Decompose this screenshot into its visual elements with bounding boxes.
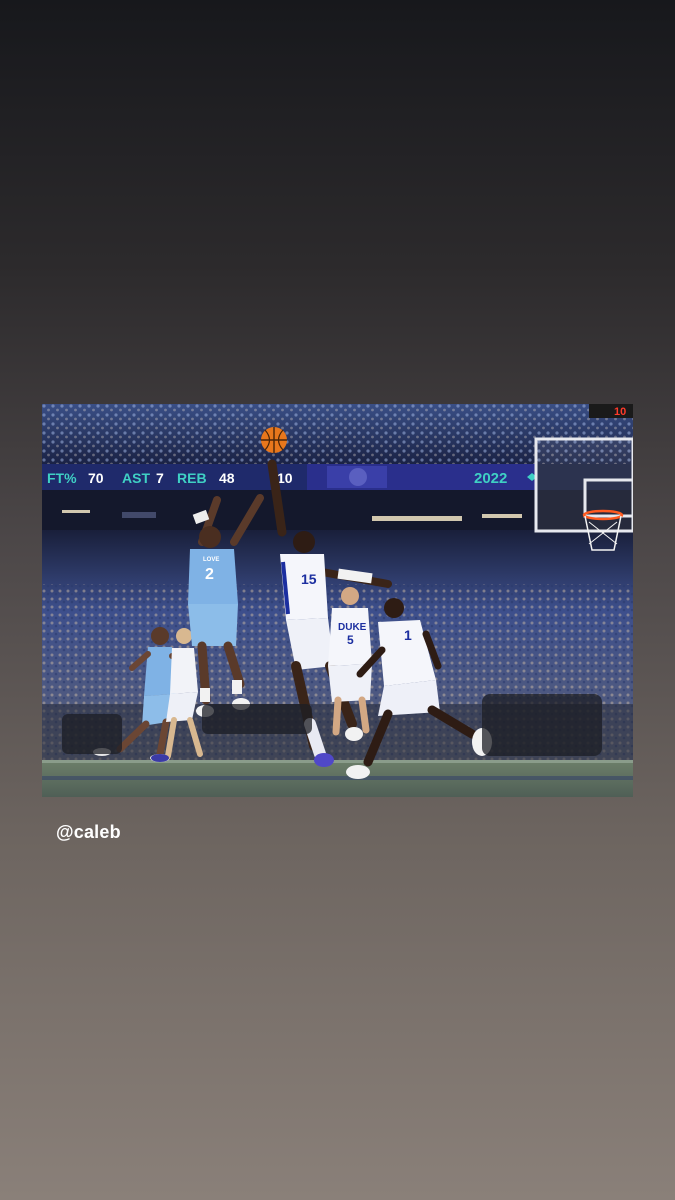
basketball-icon — [261, 427, 287, 453]
basketball-photo: FT% 70 AST 7 REB 48 10 2022 10 2 LOVE 15… — [42, 404, 633, 797]
story-photo: FT% 70 AST 7 REB 48 10 2022 10 2 LOVE 15… — [42, 404, 633, 797]
scoreboard-ribbon: FT% 70 AST 7 REB 48 10 2022 — [42, 464, 537, 490]
story-mention-tag[interactable]: @caleb — [56, 822, 121, 843]
ast-label: AST — [122, 470, 150, 486]
reb-label: REB — [177, 470, 207, 486]
ft-value: 70 — [88, 470, 104, 486]
shooter-name: LOVE — [203, 557, 219, 563]
year-label: 2022 — [474, 470, 507, 487]
duke-center-team: DUKE — [338, 622, 367, 633]
shooter-number: 2 — [205, 566, 214, 583]
center-number: 5 — [347, 633, 354, 647]
shot-clock: 10 — [614, 406, 626, 418]
right-number: 1 — [404, 627, 412, 643]
defender-number: 15 — [301, 571, 317, 587]
reb-value: 48 — [219, 470, 235, 486]
ast-value: 7 — [156, 470, 164, 486]
ft-label: FT% — [47, 470, 77, 486]
